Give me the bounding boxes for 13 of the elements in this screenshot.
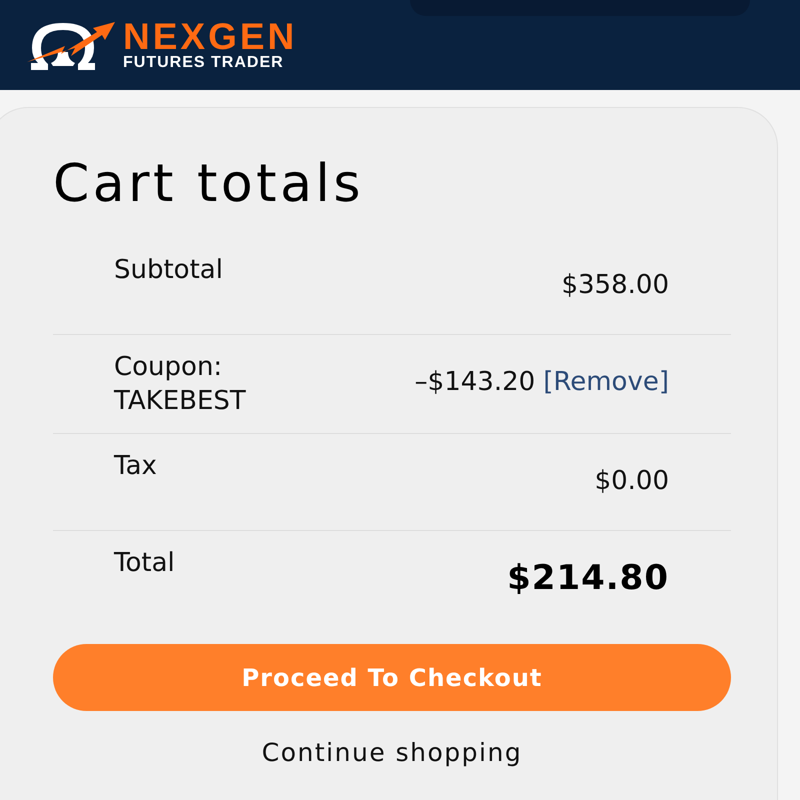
total-amount: $214.80 [507,561,669,595]
remove-coupon-link[interactable]: [Remove] [543,365,669,399]
brand-name: NEXGEN [123,20,298,54]
discount-amount: –$143.20 [414,366,536,399]
row-label: Coupon: TAKEBEST [114,352,246,416]
cart-totals-title: Cart totals [53,154,364,214]
row-label: Tax [114,451,157,481]
row-amount: $358.00 [561,269,669,302]
row-label: Subtotal [114,255,223,285]
row-label: Total [114,548,175,578]
brand-tagline: FUTURES TRADER [123,54,285,72]
continue-shopping-link[interactable]: Continue shopping [262,737,522,769]
row-amount: $0.00 [594,465,669,498]
